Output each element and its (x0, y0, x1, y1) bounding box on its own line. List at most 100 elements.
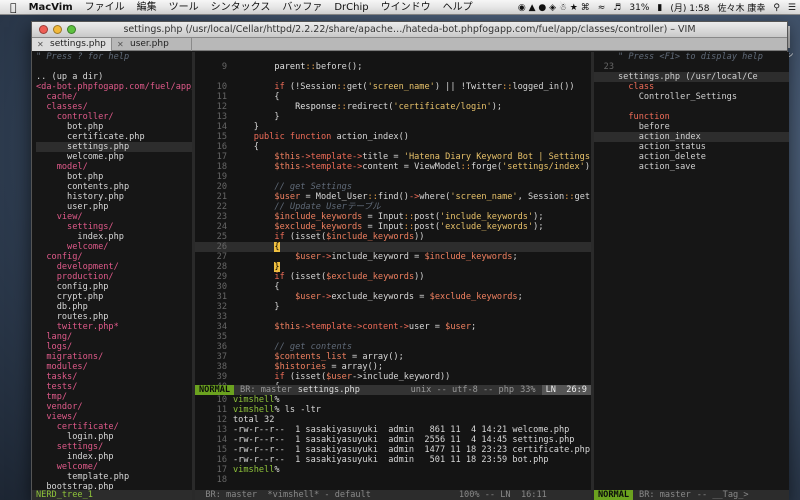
tree-item[interactable]: model/ (36, 162, 192, 172)
user-name[interactable]: 佐々木 康幸 (713, 1, 769, 14)
tree-item[interactable]: cache/ (36, 92, 192, 102)
tag-item[interactable]: settings.php (/usr/local/Ce (594, 72, 789, 82)
tree-item[interactable]: .. (up a dir) (36, 72, 192, 82)
vim-window: settings.php (/usr/local/Cellar/httpd/2.… (31, 21, 789, 500)
code-token: } (274, 262, 280, 272)
tree-item[interactable]: tasks/ (36, 372, 192, 382)
tag-item[interactable]: class (594, 82, 789, 92)
menu-syntax[interactable]: シンタックス (205, 0, 277, 15)
tag-item[interactable]: " Press <F1> to display help (594, 52, 789, 62)
tree-item[interactable]: template.php (36, 472, 192, 482)
tree-item[interactable]: settings/ (36, 442, 192, 452)
menu-app-name[interactable]: MacVim (23, 0, 79, 15)
tag-item[interactable]: function (594, 112, 789, 122)
editor-pane[interactable]: 9 parent::before(); 10 if (!Session::get(… (195, 52, 591, 385)
tree-item[interactable]: config.php (36, 282, 192, 292)
tag-item[interactable] (594, 102, 789, 112)
tree-item[interactable]: bot.php (36, 172, 192, 182)
menu-file[interactable]: ファイル (79, 0, 131, 15)
tag-item[interactable]: action_index (594, 132, 789, 142)
tree-item[interactable]: welcome/ (36, 242, 192, 252)
status-icons[interactable]: ◉ ▲ ● ◈ ☃ ★ ⌘ (514, 3, 594, 13)
tag-item[interactable]: action_delete (594, 152, 789, 162)
nerd-tree-pane[interactable]: " Press ? for help .. (up a dir) <da-bot.p… (32, 52, 192, 490)
tree-item[interactable]: index.php (36, 232, 192, 242)
menu-drchip[interactable]: DrChip (328, 0, 374, 15)
tree-item[interactable]: db.php (36, 302, 192, 312)
menu-buffer[interactable]: バッファ (276, 0, 328, 15)
tree-item[interactable]: welcome/ (36, 462, 192, 472)
apple-icon[interactable]:  (0, 0, 23, 15)
close-tab-icon[interactable]: ✕ (37, 38, 44, 51)
menu-tools[interactable]: ツール (163, 0, 205, 15)
code-line: 25 if (isset($include_keywords)) (195, 232, 591, 242)
menu-help[interactable]: ヘルプ (437, 0, 479, 15)
code-line: 20 // get Settings (195, 182, 591, 192)
code-text: { (233, 142, 591, 152)
code-text: $this->template->title = 'Hatena Diary K… (233, 152, 591, 162)
tag-item[interactable]: action_status (594, 142, 789, 152)
menu-window[interactable]: ウインドウ (375, 0, 437, 15)
tagbar-pane[interactable]: " Press <F1> to display help 23 settings.p… (594, 52, 789, 490)
tree-item[interactable]: " Press ? for help (36, 52, 192, 62)
tree-item[interactable]: tmp/ (36, 392, 192, 402)
tree-item[interactable]: bot.php (36, 122, 192, 132)
tag-item[interactable]: action_save (594, 162, 789, 172)
menu-edit[interactable]: 編集 (131, 0, 163, 15)
tree-item[interactable]: login.php (36, 432, 192, 442)
tree-item[interactable]: logs/ (36, 342, 192, 352)
close-tab-icon[interactable]: ✕ (117, 38, 124, 51)
tree-item[interactable]: bootstrap.php (36, 482, 192, 490)
code-line: 17 vimshell% (195, 465, 591, 475)
title-bar[interactable]: settings.php (/usr/local/Cellar/httpd/2.… (32, 22, 787, 38)
battery-percent[interactable]: 31% (625, 3, 653, 13)
tree-item[interactable]: settings.php (36, 142, 192, 152)
tree-item[interactable]: development/ (36, 262, 192, 272)
tree-item[interactable]: <da-bot.phpfogapp.com/fuel/app/ (36, 82, 192, 92)
tree-item[interactable]: welcome.php (36, 152, 192, 162)
file-encoding: unix -- utf-8 -- php (410, 385, 515, 395)
tree-item[interactable]: modules/ (36, 362, 192, 372)
volume-icon[interactable]: ♬ (609, 3, 625, 13)
tree-item[interactable] (36, 62, 192, 72)
wifi-icon[interactable]: ≈ (594, 3, 610, 13)
tree-item[interactable]: certificate/ (36, 422, 192, 432)
zoom-window-button[interactable] (67, 25, 76, 34)
code-token: ->template-> (300, 162, 363, 172)
tree-item[interactable]: crypt.php (36, 292, 192, 302)
code-token: $this (233, 322, 301, 332)
vimshell-pane[interactable]: 10 vimshell% 11 vimshell% ls -ltr 12 total 32… (195, 395, 591, 490)
tree-item[interactable]: view/ (36, 212, 192, 222)
tag-item[interactable]: before (594, 122, 789, 132)
tab-user[interactable]: ✕ user.php (112, 38, 192, 51)
tree-item[interactable]: vendor/ (36, 402, 192, 412)
tree-item[interactable]: views/ (36, 412, 192, 422)
tag-item[interactable]: Controller_Settings (594, 92, 789, 102)
clock[interactable]: (月) 1:58 (666, 1, 713, 14)
tab-settings[interactable]: ✕ settings.php (32, 38, 112, 51)
menu-list-icon[interactable]: ☰ (784, 3, 800, 13)
tree-item[interactable]: controller/ (36, 112, 192, 122)
tree-item[interactable]: settings/ (36, 222, 192, 232)
tree-item[interactable]: migrations/ (36, 352, 192, 362)
tree-item[interactable]: index.php (36, 452, 192, 462)
search-icon[interactable]: ⚲ (769, 3, 784, 13)
tree-item[interactable]: config/ (36, 252, 192, 262)
tree-item[interactable]: lang/ (36, 332, 192, 342)
tree-item[interactable]: routes.php (36, 312, 192, 322)
tree-item[interactable]: tests/ (36, 382, 192, 392)
tree-item[interactable]: certificate.php (36, 132, 192, 142)
minimize-window-button[interactable] (53, 25, 62, 34)
tree-item[interactable]: production/ (36, 272, 192, 282)
tree-item[interactable]: classes/ (36, 102, 192, 112)
tree-item[interactable]: contents.php (36, 182, 192, 192)
close-window-button[interactable] (39, 25, 48, 34)
editor-statusline: NORMAL BR: master settings.php unix -- u… (195, 385, 591, 395)
tag-item[interactable]: 23 (594, 62, 789, 72)
tree-item[interactable]: user.php (36, 202, 192, 212)
code-token: action_index() (331, 132, 409, 142)
tree-item[interactable]: twitter.php* (36, 322, 192, 332)
line-number: 12 (216, 415, 227, 425)
tree-item[interactable]: history.php (36, 192, 192, 202)
code-token: content = ViewModel (362, 162, 461, 172)
